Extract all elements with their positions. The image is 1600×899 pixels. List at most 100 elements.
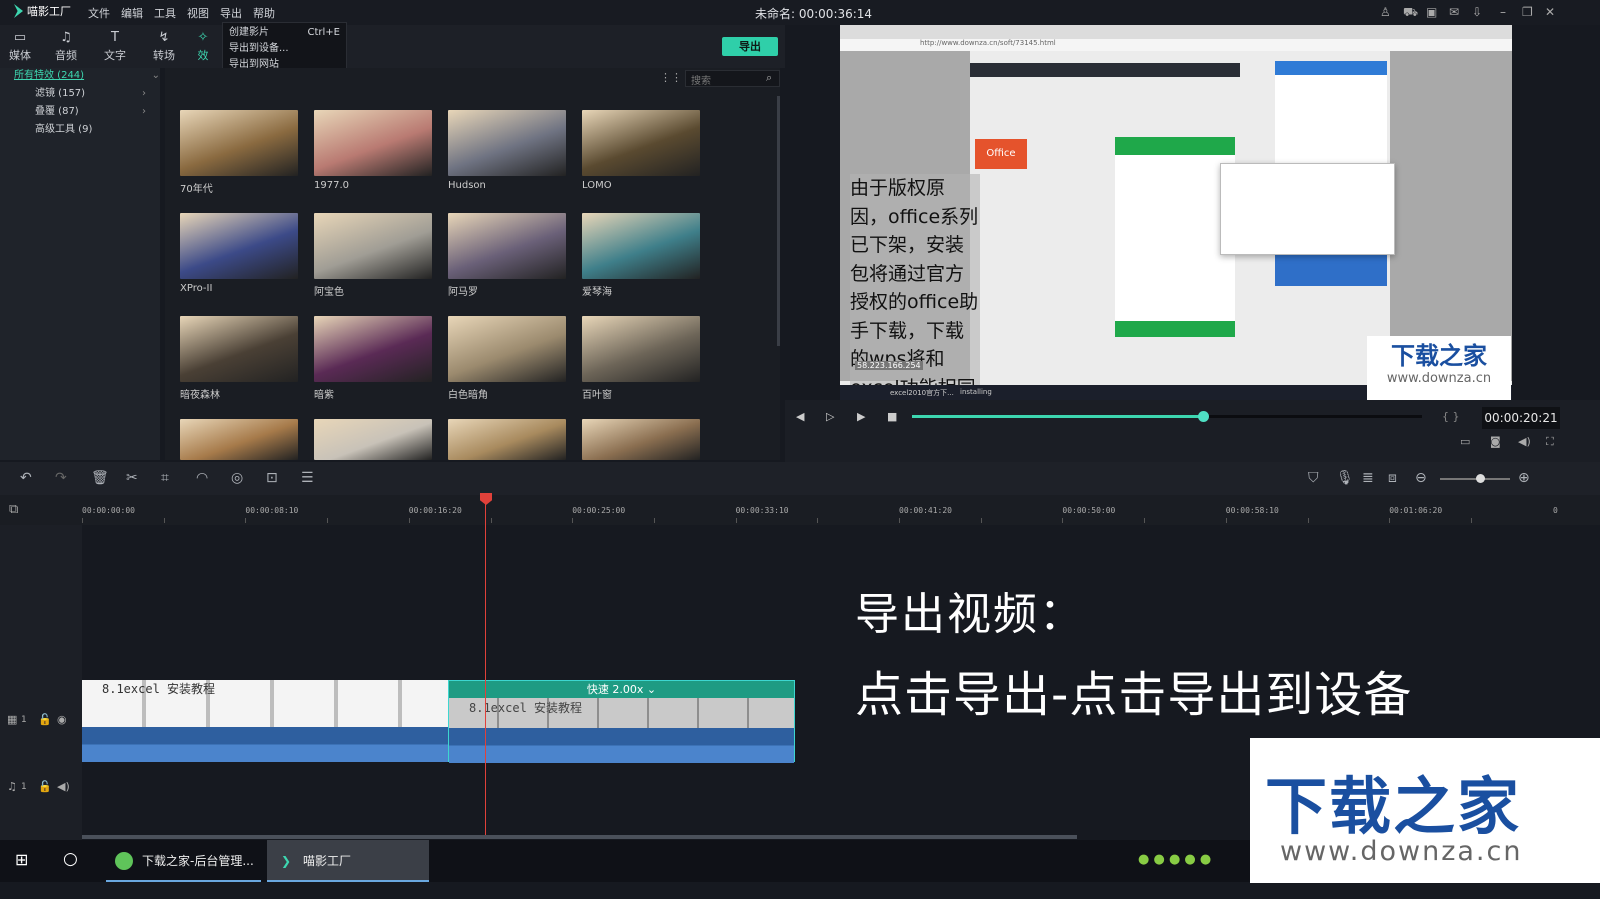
- snapshot-icon[interactable]: ◙: [1490, 435, 1501, 448]
- cart-icon[interactable]: ⛟: [1403, 5, 1418, 21]
- taskbar-app[interactable]: ❯ 喵影工厂: [267, 840, 429, 882]
- close-icon[interactable]: ✕: [1545, 5, 1555, 19]
- windows-start-icon[interactable]: ⊞: [15, 850, 28, 869]
- zoom-out-icon[interactable]: ⊖: [1415, 470, 1427, 486]
- overlay-title: 导出视频：: [855, 589, 1085, 640]
- lock-icon[interactable]: 🔓: [38, 780, 52, 793]
- mic-icon[interactable]: 🎙: [1336, 470, 1354, 486]
- menu-edit[interactable]: 编辑: [121, 5, 143, 21]
- export-button[interactable]: 导出: [722, 37, 778, 56]
- greenscreen-icon[interactable]: ⊡: [266, 470, 278, 486]
- effect-thumbnail[interactable]: [180, 419, 298, 460]
- category-advanced-tools[interactable]: 高级工具 (9): [0, 121, 150, 139]
- crop-icon[interactable]: ⌗: [161, 470, 169, 486]
- speaker-icon[interactable]: ◀): [57, 780, 70, 793]
- add-track-icon[interactable]: ⧉: [9, 502, 18, 517]
- redo-icon[interactable]: ↷: [55, 470, 67, 486]
- preview-caption: 由于版权原因，office系列已下架，安装包将通过官方授权的office助手下载…: [850, 174, 980, 385]
- tab-audio[interactable]: ♫ 音频: [46, 30, 86, 63]
- effects-scrollbar[interactable]: [777, 96, 780, 346]
- effect-thumbnail[interactable]: [582, 110, 700, 176]
- prev-frame-icon[interactable]: ◀: [796, 410, 804, 423]
- effect-thumbnail[interactable]: [180, 316, 298, 382]
- effect-thumbnail[interactable]: [448, 213, 566, 279]
- tab-text[interactable]: T 文字: [95, 30, 135, 63]
- menu-help[interactable]: 帮助: [253, 5, 275, 21]
- speed-icon[interactable]: ◠: [196, 470, 208, 486]
- effect-thumbnail[interactable]: [582, 316, 700, 382]
- minimize-icon[interactable]: –: [1500, 5, 1506, 19]
- browser-tabs: [840, 25, 1512, 39]
- category-overlays[interactable]: 叠覆 (87) ›: [0, 103, 150, 121]
- fullscreen-icon[interactable]: ⛶: [1546, 435, 1554, 449]
- fit-icon[interactable]: ⧈: [1388, 470, 1397, 486]
- effect-thumbnail[interactable]: [314, 110, 432, 176]
- ruler-tick: [980, 518, 982, 523]
- category-label: 叠覆 (87): [35, 106, 79, 117]
- menu-item-create-movie[interactable]: 创建影片 Ctrl+E: [229, 25, 340, 41]
- video-clip[interactable]: 8.1excel 安装教程: [82, 680, 448, 762]
- mail-icon[interactable]: ✉: [1449, 5, 1459, 19]
- playback-progress[interactable]: [912, 415, 1422, 418]
- restore-icon[interactable]: ❐: [1522, 5, 1533, 19]
- stop-icon[interactable]: ■: [887, 410, 897, 423]
- adjust-icon[interactable]: ☰: [301, 470, 314, 486]
- effect-thumbnail[interactable]: [314, 316, 432, 382]
- category-all-effects[interactable]: 所有特效 (244) ⌄: [14, 67, 164, 85]
- video-clip-speed[interactable]: 快速 2.00x ⌄ 8.1excel 安装教程: [448, 680, 795, 763]
- delete-icon[interactable]: 🗑: [91, 470, 109, 486]
- play-icon[interactable]: ▶: [857, 410, 865, 423]
- ruler-tick: [1062, 518, 1064, 523]
- effect-thumbnail[interactable]: [180, 110, 298, 176]
- volume-icon[interactable]: ◀): [1518, 435, 1531, 448]
- menu-view[interactable]: 视图: [187, 5, 209, 21]
- zoom-slider-handle[interactable]: [1476, 474, 1485, 483]
- marker-icon[interactable]: ⛉: [1308, 470, 1319, 486]
- menu-export[interactable]: 导出: [220, 5, 242, 21]
- download-icon[interactable]: ⇩: [1472, 5, 1482, 19]
- effect-thumbnail[interactable]: [314, 419, 432, 460]
- playhead[interactable]: [485, 493, 486, 838]
- tab-transition[interactable]: ↯ 转场: [144, 30, 184, 63]
- ruler-tick: [653, 518, 655, 523]
- effect-thumbnail[interactable]: [448, 110, 566, 176]
- cortana-icon[interactable]: ○: [63, 849, 78, 869]
- ruler-label: 00:01:06:20: [1389, 506, 1443, 515]
- menu-item-export-to-device[interactable]: 导出到设备...: [229, 41, 340, 57]
- tab-effects[interactable]: ✧ 效: [192, 30, 214, 63]
- speed-badge[interactable]: 快速 2.00x ⌄: [449, 681, 794, 698]
- lock-icon[interactable]: 🔓: [38, 713, 52, 726]
- tab-media[interactable]: ▭ 媒体: [0, 30, 40, 63]
- undo-icon[interactable]: ↶: [20, 470, 32, 486]
- tray-icons[interactable]: ● ● ● ● ●: [1138, 852, 1211, 867]
- effect-thumbnail[interactable]: [448, 316, 566, 382]
- zoom-in-icon[interactable]: ⊕: [1518, 470, 1530, 486]
- effect-thumbnail[interactable]: [582, 419, 700, 460]
- user-icon[interactable]: ♙: [1380, 5, 1391, 19]
- effect-thumbnail[interactable]: [314, 213, 432, 279]
- timeline-ruler[interactable]: [0, 495, 1600, 525]
- effect-thumbnail[interactable]: [582, 213, 700, 279]
- ruler-label: 00:00:50:00: [1062, 506, 1116, 515]
- effect-thumbnail[interactable]: [180, 213, 298, 279]
- display-settings-icon[interactable]: ▭: [1460, 435, 1470, 448]
- menu-tools[interactable]: 工具: [154, 5, 176, 21]
- cut-icon[interactable]: ✂: [126, 470, 138, 486]
- color-icon[interactable]: ◎: [231, 470, 243, 486]
- mixer-icon[interactable]: ≣: [1362, 470, 1374, 486]
- zoom-slider[interactable]: [1440, 478, 1510, 480]
- taskbar-browser[interactable]: 下载之家-后台管理...: [106, 840, 261, 882]
- search-icon[interactable]: ⌕: [766, 71, 772, 85]
- mark-in-out-icon[interactable]: { }: [1442, 410, 1460, 423]
- eye-icon[interactable]: ◉: [57, 713, 67, 726]
- timeline-scrollbar[interactable]: [82, 835, 1077, 839]
- progress-handle[interactable]: [1197, 411, 1209, 422]
- ruler-label: 00:00:25:00: [572, 506, 626, 515]
- save-icon[interactable]: ▣: [1426, 5, 1437, 19]
- progress-fill: [912, 415, 1203, 418]
- effect-thumbnail[interactable]: [448, 419, 566, 460]
- category-label: 高级工具 (9): [35, 124, 93, 135]
- category-filters[interactable]: 滤镜 (157) ›: [0, 85, 150, 103]
- step-play-icon[interactable]: ▷: [826, 410, 834, 423]
- menu-file[interactable]: 文件: [88, 5, 110, 21]
